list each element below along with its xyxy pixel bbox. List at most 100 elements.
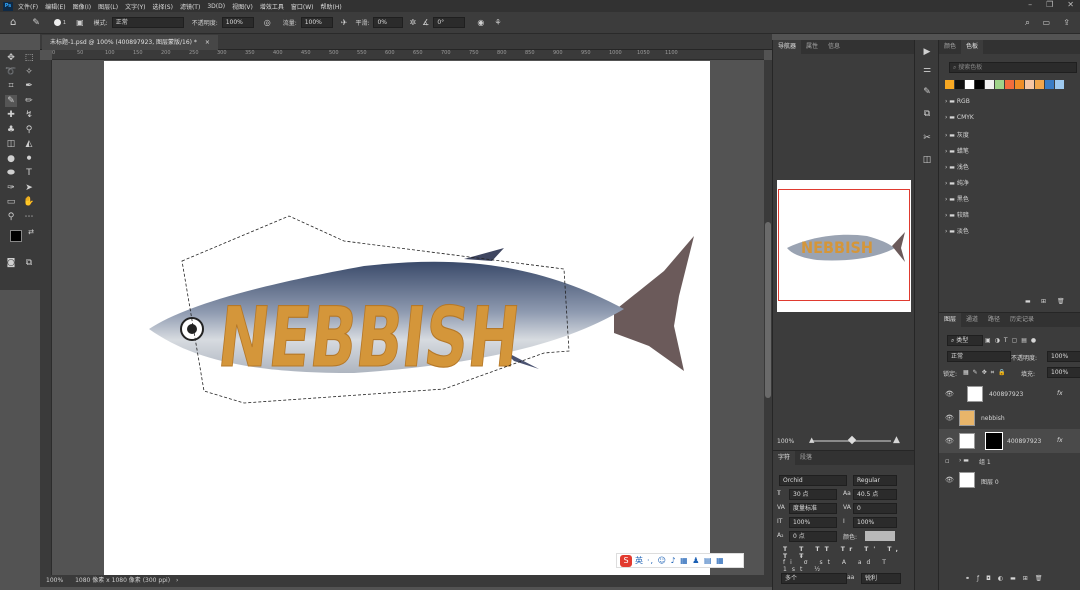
tab-info[interactable]: 信息 bbox=[823, 40, 845, 54]
new-swatch-icon[interactable]: ⊞ bbox=[1041, 298, 1046, 305]
layer-row-selected[interactable]: 👁 400897923 fx bbox=[939, 429, 1080, 453]
swatch-group-row[interactable]: › ▬ 浅色 bbox=[945, 162, 969, 171]
pen-tool-icon[interactable]: ✑ bbox=[5, 182, 17, 194]
ligature-button[interactable]: fi bbox=[783, 559, 797, 566]
smooth-field[interactable]: 0% bbox=[373, 17, 404, 28]
antialias-select[interactable]: 锐利 bbox=[861, 573, 901, 584]
brush-settings-icon[interactable]: ▣ bbox=[76, 18, 84, 27]
pressure-size-icon[interactable]: ◉ bbox=[477, 18, 484, 27]
tab-channels[interactable]: 通道 bbox=[961, 313, 983, 327]
layer-name[interactable]: 图层 0 bbox=[981, 477, 999, 486]
swatch-group-row[interactable]: › ▬ CMYK bbox=[945, 114, 974, 121]
histogram-icon[interactable]: ◫ bbox=[921, 154, 933, 166]
move-tool-icon[interactable]: ✥ bbox=[5, 52, 17, 64]
home-icon[interactable]: ⌂ bbox=[10, 17, 16, 28]
color-swatch[interactable] bbox=[1035, 80, 1044, 89]
brush-settings-panel-icon[interactable]: ✎ bbox=[921, 86, 933, 98]
swatch-group-row[interactable]: › ▬ 灰度 bbox=[945, 130, 969, 139]
color-swatch[interactable] bbox=[1055, 80, 1064, 89]
leading-field[interactable]: 40.5 点 bbox=[853, 489, 897, 500]
visibility-eye-icon[interactable]: 👁 bbox=[945, 437, 954, 445]
ime-toolbar[interactable]: S 英 ·, ☺ ♪ ▦ ♟ ▤ ▦ bbox=[616, 553, 744, 568]
eraser-tool-icon[interactable]: ◫ bbox=[5, 138, 17, 150]
ordinals-button[interactable]: 1st bbox=[783, 566, 807, 573]
zoom-slider-handle[interactable] bbox=[847, 435, 857, 445]
kerning-field[interactable]: 度量标准 bbox=[789, 503, 837, 514]
pressure-opacity-icon[interactable]: ◎ bbox=[264, 18, 271, 27]
navigator-zoom[interactable]: 100% bbox=[777, 438, 794, 445]
healing-tool-icon[interactable]: ✚ bbox=[5, 109, 17, 121]
document-tab[interactable]: 未标题-1.psd @ 100% (400897923, 图层蒙版/16) * … bbox=[42, 35, 218, 50]
tab-history[interactable]: 历史记录 bbox=[1005, 313, 1039, 327]
color-swatch[interactable] bbox=[995, 80, 1004, 89]
color-swatch[interactable] bbox=[1005, 80, 1014, 89]
vertical-scrollbar[interactable] bbox=[764, 60, 772, 575]
swap-colors-icon[interactable]: ⇄ bbox=[25, 226, 37, 238]
bucket-tool-icon[interactable]: ◭ bbox=[23, 138, 35, 150]
sponge-tool-icon[interactable]: ⬬ bbox=[5, 167, 17, 179]
brush-tool-icon[interactable]: ✎ bbox=[32, 18, 40, 28]
language-select[interactable]: 多个 bbox=[781, 573, 847, 584]
layer-row[interactable]: 👁 400897923 fx bbox=[939, 383, 1080, 405]
color-swatch[interactable] bbox=[965, 80, 974, 89]
color-swatch[interactable] bbox=[955, 80, 964, 89]
ime-language[interactable]: 英 bbox=[635, 555, 643, 566]
workspace-icon[interactable]: ▭ bbox=[1042, 18, 1050, 27]
adjustments-icon[interactable]: ⚌ bbox=[921, 64, 933, 76]
lasso-tool-icon[interactable]: ➰ bbox=[5, 66, 17, 78]
menu-type[interactable]: 文字(Y) bbox=[125, 2, 145, 11]
document-canvas[interactable]: NEBBISH S 英 ·, ☺ ♪ ▦ ♟ ▤ ▦ bbox=[104, 61, 744, 575]
menu-window[interactable]: 窗口(W) bbox=[291, 2, 314, 11]
dodge-tool-icon[interactable]: ⚫ bbox=[23, 153, 35, 165]
menu-3d[interactable]: 3D(D) bbox=[207, 3, 225, 10]
zoom-out-icon[interactable]: ▲ bbox=[809, 436, 814, 444]
font-size-field[interactable]: 30 点 bbox=[789, 489, 837, 500]
baseline-field[interactable]: 0 点 bbox=[789, 531, 837, 542]
scroll-thumb[interactable] bbox=[765, 222, 771, 398]
path-select-icon[interactable]: ➤ bbox=[23, 182, 35, 194]
tab-properties[interactable]: 属性 bbox=[801, 40, 823, 54]
tab-swatches[interactable]: 色板 bbox=[961, 40, 984, 54]
tab-paths[interactable]: 路径 bbox=[983, 313, 1005, 327]
superscript-button[interactable]: T' bbox=[864, 546, 880, 553]
font-style-select[interactable]: Regular bbox=[853, 475, 897, 486]
faux-italic-button[interactable]: T bbox=[799, 546, 808, 553]
fractions-button[interactable]: ½ bbox=[814, 566, 825, 573]
minimize-icon[interactable]: – bbox=[1028, 0, 1032, 9]
swatch-group-row[interactable]: › ▬ 淡色 bbox=[945, 226, 969, 235]
magic-wand-tool-icon[interactable]: ✧ bbox=[23, 66, 35, 78]
color-swatch[interactable] bbox=[985, 80, 994, 89]
tab-paragraph[interactable]: 段落 bbox=[795, 451, 817, 465]
ornaments-button[interactable]: T bbox=[882, 559, 891, 566]
visibility-toggle-off[interactable]: ▫ bbox=[945, 457, 953, 465]
menu-select[interactable]: 选择(S) bbox=[152, 2, 173, 11]
maximize-icon[interactable]: ❐ bbox=[1046, 0, 1053, 9]
tracking-field[interactable]: 0 bbox=[853, 503, 897, 514]
font-style-buttons[interactable]: T T TT Tr T' T, T Ŧ bbox=[783, 546, 914, 560]
blend-mode-select[interactable]: 正常 bbox=[947, 351, 1011, 362]
layer-fx-badge[interactable]: fx bbox=[1057, 437, 1063, 444]
tool-presets-icon[interactable]: ✂ bbox=[921, 132, 933, 144]
airbrush-icon[interactable]: ✈ bbox=[341, 18, 348, 27]
layer-mask-thumbnail[interactable] bbox=[985, 432, 1003, 450]
crop-tool-icon[interactable]: ⌗ bbox=[5, 80, 17, 92]
rectangle-tool-icon[interactable]: ▭ bbox=[5, 196, 17, 208]
brush-tool-icon[interactable]: ✎ bbox=[5, 95, 17, 107]
foreground-color-swatch[interactable] bbox=[10, 230, 22, 242]
new-group-icon[interactable]: ▬ bbox=[1025, 298, 1031, 305]
screen-mode-icon[interactable]: ⧉ bbox=[23, 257, 35, 269]
layer-name[interactable]: 400897923 bbox=[989, 391, 1023, 398]
layer-fx-badge[interactable]: fx bbox=[1057, 390, 1063, 397]
angle-field[interactable]: 0° bbox=[433, 17, 466, 28]
color-swatch[interactable] bbox=[1025, 80, 1034, 89]
fill-field[interactable]: 100% bbox=[1047, 367, 1080, 378]
tab-color[interactable]: 颜色 bbox=[939, 40, 961, 54]
status-arrow-icon[interactable]: › bbox=[176, 577, 178, 584]
navigator-view-box[interactable] bbox=[778, 189, 910, 301]
pencil-tool-icon[interactable]: ✏ bbox=[23, 95, 35, 107]
smooth-settings-icon[interactable]: ✲ bbox=[409, 18, 416, 27]
zoom-in-icon[interactable]: ▲ bbox=[893, 435, 900, 445]
layer-opacity-field[interactable]: 100% bbox=[1047, 351, 1080, 362]
swatch-group-row[interactable]: › ▬ 纯净 bbox=[945, 178, 969, 187]
menu-file[interactable]: 文件(F) bbox=[18, 2, 38, 11]
